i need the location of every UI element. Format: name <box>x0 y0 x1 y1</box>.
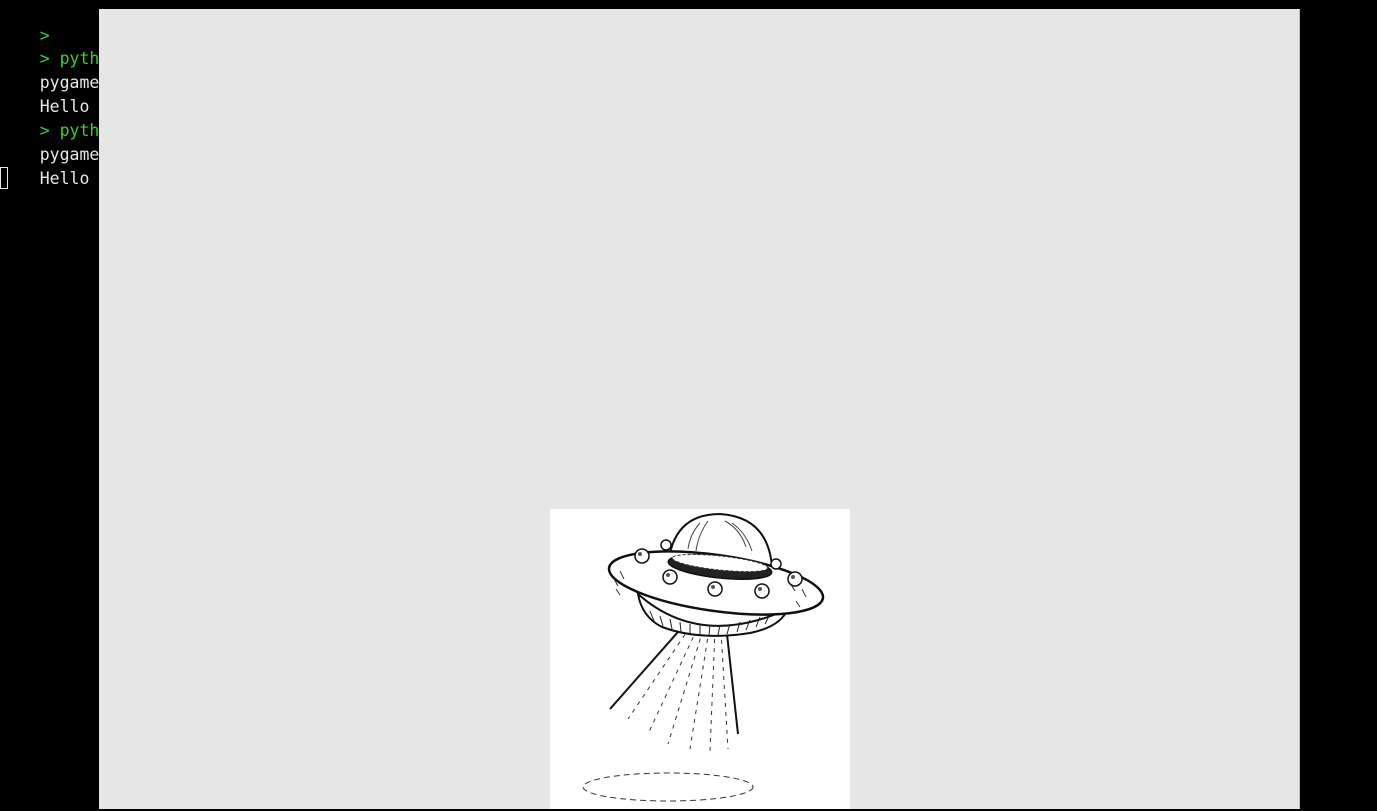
terminal-line: > <box>0 0 50 45</box>
tractor-beam-icon <box>582 623 754 802</box>
ship-sprite[interactable] <box>550 509 850 809</box>
pygame-window[interactable] <box>99 9 1300 809</box>
ufo-icon <box>582 512 825 802</box>
terminal-cursor <box>0 167 8 189</box>
